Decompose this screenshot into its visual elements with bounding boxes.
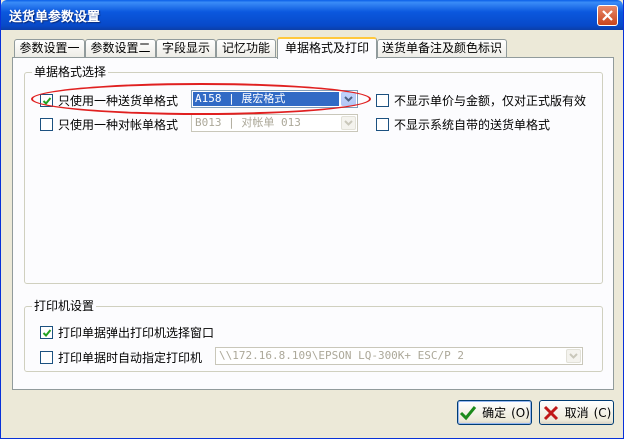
close-button[interactable] [597,5,618,26]
popup-printer-checkbox[interactable]: 打印单据弹出打印机选择窗口 [40,324,214,341]
cancel-label: 取消 [564,406,589,420]
popup-printer-label: 打印单据弹出打印机选择窗口 [58,326,215,340]
tab-memory[interactable]: 记忆功能 [216,39,276,58]
tab-label: 参数设置一 [19,41,80,55]
statement-format-value: B013 | 对帐单 013 [195,116,301,129]
checkmark-icon [460,405,477,420]
checkbox-box[interactable] [40,118,53,131]
hide-price-checkbox[interactable]: 不显示单价与金额，仅对正式版有效 [376,92,586,109]
checkbox-box[interactable] [40,326,53,339]
tab-label: 记忆功能 [221,41,270,55]
checkbox-box[interactable] [40,94,53,107]
format-group-legend: 单据格式选择 [32,65,109,79]
tab-label: 送货单备注及颜色标识 [381,41,502,55]
auto-printer-checkbox[interactable]: 打印单据时自动指定打印机 [40,349,202,366]
chevron-down-icon [569,353,578,359]
ok-hotkey: (O) [511,405,530,420]
hide-builtin-label: 不显示系统自带的送货单格式 [394,118,551,132]
ok-label: 确定 [482,406,507,420]
printer-value: \\172.16.8.109\EPSON LQ-300K+ ESC/P 2 [219,349,465,362]
tab-label: 字段显示 [161,41,210,55]
cross-icon [543,405,558,420]
window-title: 送货单参数设置 [9,10,101,25]
tab-params-2[interactable]: 参数设置二 [85,39,156,58]
auto-printer-label: 打印单据时自动指定打印机 [58,351,203,365]
dialog-window: 送货单参数设置 参数设置一 参数设置二 字段显示 记忆功能 单据格式及打印 送货… [0,0,624,439]
statement-format-label: 只使用一种对帐单格式 [58,118,179,132]
printer-dropdown[interactable]: \\172.16.8.109\EPSON LQ-300K+ ESC/P 2 [215,347,583,365]
chevron-down-icon [344,96,353,102]
tab-field-display[interactable]: 字段显示 [156,39,216,58]
checkbox-box[interactable] [376,94,389,107]
cancel-hotkey: (C) [593,405,612,420]
tab-notes-colors[interactable]: 送货单备注及颜色标识 [377,39,507,58]
dropdown-arrow[interactable] [341,116,356,130]
tab-label: 参数设置二 [90,41,151,55]
cancel-button[interactable]: 取消 (C) [539,400,614,425]
statement-format-dropdown[interactable]: B013 | 对帐单 013 [191,114,358,132]
tab-format-print[interactable]: 单据格式及打印 [277,37,377,59]
hide-price-label: 不显示单价与金额，仅对正式版有效 [394,94,587,108]
delivery-format-label: 只使用一种送货单格式 [58,94,179,108]
delivery-format-checkbox[interactable]: 只使用一种送货单格式 [40,92,178,109]
dropdown-arrow[interactable] [341,92,356,106]
dropdown-arrow[interactable] [566,349,581,363]
delivery-format-dropdown[interactable]: A158 | 展宏格式 [191,90,358,108]
tab-label: 单据格式及打印 [284,41,369,55]
title-bar[interactable]: 送货单参数设置 [1,0,623,30]
checkmark-icon [42,97,52,105]
delivery-format-value: A158 | 展宏格式 [193,92,339,106]
ok-button[interactable]: 确定 (O) [457,400,532,425]
statement-format-checkbox[interactable]: 只使用一种对帐单格式 [40,116,178,133]
checkbox-box[interactable] [376,118,389,131]
close-icon [602,10,613,21]
chevron-down-icon [344,120,353,126]
checkbox-box[interactable] [40,351,53,364]
checkmark-icon [42,329,52,337]
hide-builtin-checkbox[interactable]: 不显示系统自带的送货单格式 [376,116,550,133]
printer-group-legend: 打印机设置 [32,299,97,313]
tab-params-1[interactable]: 参数设置一 [14,39,85,58]
